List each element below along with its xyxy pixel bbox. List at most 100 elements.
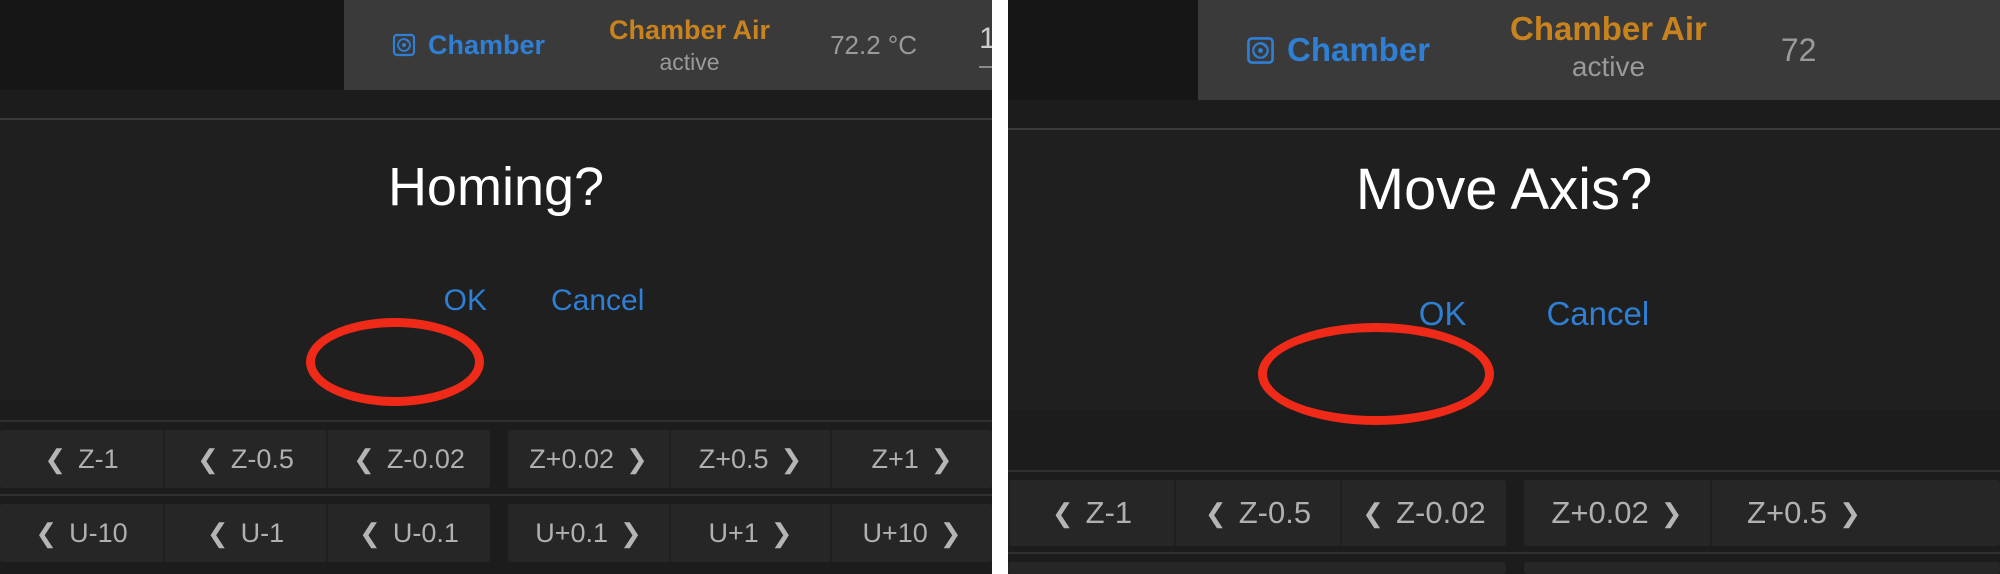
chamber-air-title: Chamber Air (1510, 9, 1707, 47)
jog-button-label: U-0.1 (392, 517, 459, 548)
chamber-fan-icon (392, 33, 416, 57)
jog-row-separator-u (0, 494, 992, 496)
jog-button-label: Z+0.5 (698, 443, 769, 474)
jog-button-z-minus-0.5[interactable]: ❮ Z-0.5 (163, 430, 326, 488)
jog-button-z-minus-0.5[interactable]: ❮ Z-0.5 (1174, 480, 1340, 546)
chamber-air-block[interactable]: Chamber Air active (609, 14, 770, 77)
jog-button-z-plus-0.5[interactable]: Z+0.5 ❯ (1710, 480, 1896, 546)
jog-group-z-negative: ❮ Z-1 ❮ Z-0.5 ❮ Z-0.02 (0, 430, 490, 488)
dialog-ok-button[interactable]: OK (1419, 295, 1467, 333)
left-header-strip: Chamber Chamber Air active 72.2 °C 100 (344, 0, 992, 90)
chevron-right-icon: ❯ (626, 444, 648, 474)
jog-button-z-plus-0.5[interactable]: Z+0.5 ❯ (669, 430, 830, 488)
chevron-right-icon: ❯ (620, 518, 642, 548)
jog-button-z-plus-0.02[interactable]: Z+0.02 ❯ (508, 430, 669, 488)
panel-divider (992, 0, 1008, 574)
jog-row-separator-z (0, 420, 992, 422)
chevron-right-icon: ❯ (939, 518, 962, 548)
jog-button-z-minus-1[interactable]: ❮ Z-1 (1008, 480, 1174, 546)
chevron-right-icon: ❯ (780, 444, 803, 474)
homing-dialog: Homing? OK Cancel (0, 120, 992, 318)
jog-button-label: Z+1 (871, 443, 919, 474)
jog-row-gap (490, 504, 508, 562)
dialog-actions: OK Cancel (0, 284, 992, 318)
chamber-air-status: active (659, 48, 720, 75)
jog-button-u-plus-10[interactable]: U+10 ❯ (830, 504, 992, 562)
jog-group-z-negative: 25 ❮ Z-1 ❮ Z-0.5 ❮ Z-0.02 (1008, 480, 1506, 546)
chamber-air-status: active (1571, 51, 1646, 83)
chevron-left-icon: ❮ (359, 518, 381, 548)
chamber-fan-icon (1246, 36, 1275, 65)
jog-button-label: Z-0.02 (1396, 495, 1486, 530)
jog-button-label: Z-0.5 (1238, 495, 1312, 530)
chamber-temperature-readout: 72 (1780, 31, 1817, 68)
right-dialog-region: Move Axis? OK Cancel (1008, 130, 2000, 410)
panel-right: Chamber Chamber Air active 72 Move Axis?… (1008, 0, 2000, 574)
chevron-left-icon: ❮ (1362, 498, 1385, 528)
chevron-right-icon: ❯ (770, 518, 793, 548)
jog-group-z-positive: Z+0.02 ❯ Z+0.5 ❯ (1524, 480, 2000, 546)
jog-button-label: Z+0.02 (529, 443, 614, 474)
chevron-right-icon: ❯ (1660, 498, 1683, 528)
dialog-cancel-button[interactable]: Cancel (1546, 295, 1649, 333)
jog-button-label: U-1 (240, 517, 285, 548)
chamber-air-block[interactable]: Chamber Air active (1510, 8, 1707, 84)
chamber-label: Chamber (1287, 31, 1431, 68)
chevron-right-icon: ❯ (1839, 498, 1861, 528)
chevron-left-icon: ❮ (44, 444, 67, 474)
chamber-label: Chamber (428, 29, 546, 60)
jog-button-u-plus-0.1[interactable]: U+0.1 ❯ (508, 504, 669, 562)
jog-button-label: U+0.1 (535, 517, 608, 548)
jog-button-z-minus-0.02[interactable]: ❮ Z-0.02 (1340, 480, 1506, 546)
jog-button-label: Z-1 (1085, 495, 1133, 530)
jog-row-next-partial (1008, 562, 2000, 574)
left-dialog-region: Homing? OK Cancel (0, 120, 992, 400)
right-header-strip: Chamber Chamber Air active 72 (1198, 0, 2000, 100)
left-header-dark-gutter (0, 0, 344, 90)
jog-button-label: Z-1 (78, 443, 119, 474)
jog-button-label: U-10 (69, 517, 128, 548)
jog-row-z: 25 ❮ Z-1 ❮ Z-0.5 ❮ Z-0.02 Z+0.02 (1008, 480, 2000, 546)
right-header-dark-gutter (1008, 0, 1198, 100)
chamber-temperature-readout: 72.2 °C (830, 29, 918, 60)
jog-button-label: Z-0.02 (386, 443, 465, 474)
jog-row-u: ❮ U-10 ❮ U-1 ❮ U-0.1 U+0.1 ❯ U+1 ❯ U+10 … (0, 504, 992, 562)
move-axis-dialog: Move Axis? OK Cancel (1008, 130, 2000, 333)
jog-button-z-minus-1[interactable]: ❮ Z-1 (0, 430, 163, 488)
chamber-selector[interactable]: Chamber (392, 30, 545, 61)
jog-button-u-minus-1[interactable]: ❮ U-1 (163, 504, 326, 562)
chevron-left-icon: ❮ (353, 444, 375, 474)
setpoint-input[interactable]: 100 (979, 22, 992, 68)
jog-button-label: U+10 (862, 517, 928, 548)
chevron-left-icon: ❮ (1051, 498, 1074, 528)
jog-button-z-minus-0.02[interactable]: ❮ Z-0.02 (326, 430, 490, 488)
jog-row-z: ❮ Z-1 ❮ Z-0.5 ❮ Z-0.02 Z+0.02 ❯ Z+0.5 ❯ … (0, 430, 992, 488)
dialog-ok-button[interactable]: OK (444, 284, 487, 318)
chevron-left-icon: ❮ (206, 518, 229, 548)
jog-row-separator-next (1008, 552, 2000, 554)
dialog-cancel-button[interactable]: Cancel (551, 284, 644, 318)
dialog-title: Move Axis? (1355, 157, 1653, 222)
chevron-left-icon: ❮ (35, 518, 58, 548)
jog-button-z-plus-0.02[interactable]: Z+0.02 ❯ (1524, 480, 1710, 546)
setpoint-underline (979, 66, 992, 68)
dialog-actions: OK Cancel (1008, 295, 2000, 333)
jog-group-u-positive: U+0.1 ❯ U+1 ❯ U+10 ❯ (508, 504, 992, 562)
dialog-title: Homing? (387, 157, 605, 217)
chevron-right-icon: ❯ (930, 444, 953, 474)
jog-button-u-plus-1[interactable]: U+1 ❯ (669, 504, 830, 562)
chamber-air-title: Chamber Air (609, 14, 771, 45)
jog-button-label: U+1 (708, 517, 759, 548)
chevron-left-icon: ❮ (197, 444, 219, 474)
jog-group-next-negative (1008, 562, 1506, 574)
jog-button-label: Z+0.02 (1551, 495, 1649, 530)
jog-row-gap (1506, 480, 1524, 546)
jog-button-u-minus-10[interactable]: ❮ U-10 (0, 504, 163, 562)
setpoint-value: 100 (979, 22, 992, 55)
jog-button-u-minus-0.1[interactable]: ❮ U-0.1 (326, 504, 490, 562)
jog-row-gap (490, 430, 508, 488)
chevron-left-icon: ❮ (1204, 498, 1227, 528)
panel-left: Chamber Chamber Air active 72.2 °C 100 H… (0, 0, 992, 574)
chamber-selector[interactable]: Chamber (1246, 31, 1430, 69)
jog-button-z-plus-1[interactable]: Z+1 ❯ (830, 430, 992, 488)
